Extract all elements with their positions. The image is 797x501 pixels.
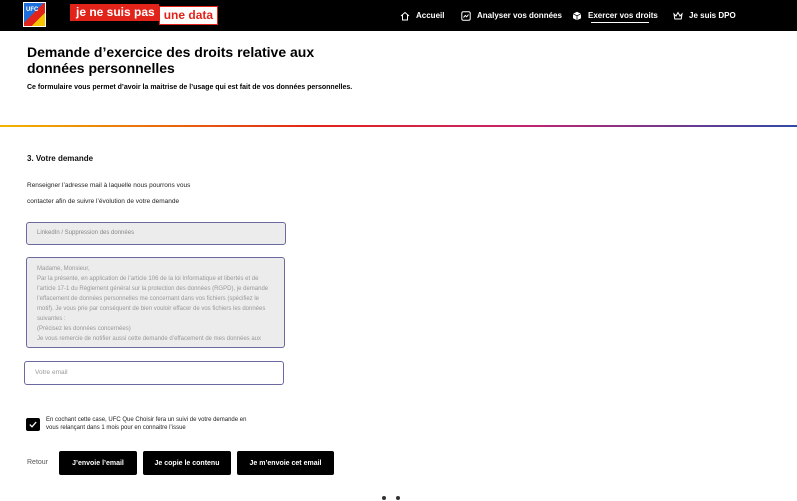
message-line: Je vous remercie de notifier aussi cette… — [37, 336, 262, 342]
brand-part2: une data — [158, 6, 219, 25]
nav-item-accueil[interactable]: Accueil — [400, 0, 444, 31]
message-line: (Précisez les données concernées) — [37, 326, 131, 332]
message-line: Par la présente, en application de l’art… — [37, 276, 259, 282]
home-icon — [400, 11, 410, 20]
active-nav-underline — [591, 22, 649, 23]
brand-banner[interactable]: je ne suis pas une data — [70, 4, 219, 25]
follow-up-checkbox[interactable] — [26, 418, 40, 431]
nav-item-label: Je suis DPO — [689, 11, 736, 20]
nav-item-exercer[interactable]: Exercer vos droits — [572, 0, 658, 31]
page-subtitle: Ce formulaire vous permet d’avoir la mai… — [27, 84, 353, 91]
message-line: Madame, Monsieur, — [37, 266, 90, 272]
email-field[interactable]: Votre email — [24, 361, 284, 385]
crown-icon — [673, 10, 683, 19]
section-title: 3. Votre demande — [27, 154, 94, 163]
message-line: l’effacement de données personnelles me … — [37, 296, 260, 302]
top-navigation-bar: UFC je ne suis pas une data Accueil Anal… — [0, 0, 797, 31]
cube-icon — [572, 11, 582, 20]
gradient-divider — [0, 125, 797, 127]
ufc-logo[interactable]: UFC — [23, 2, 46, 27]
message-textarea[interactable]: Madame, Monsieur, Par la présente, en ap… — [26, 257, 285, 348]
nav-item-label: Accueil — [416, 11, 445, 20]
brand-part1: je ne suis pas — [70, 4, 159, 21]
nav-item-dpo[interactable]: Je suis DPO — [673, 0, 736, 31]
scroll-indicator — [382, 496, 402, 501]
checkmark-icon — [29, 421, 37, 428]
logo-text: UFC — [26, 7, 39, 13]
nav-item-label: Analyser vos données — [477, 11, 562, 20]
description-line-1: Renseigner l’adresse mail à laquelle nou… — [27, 182, 191, 189]
chart-icon — [461, 10, 471, 21]
page-title: Demande d’exercice des droits relative a… — [27, 44, 315, 76]
send-email-button[interactable]: J’envoie l’email — [59, 451, 137, 475]
subject-field[interactable]: LinkedIn / Suppression des données — [26, 222, 286, 245]
send-to-me-button[interactable]: Je m’envoie cet email — [237, 451, 334, 475]
description-line-2: contacter afin de suivre l’évolution de … — [27, 198, 180, 205]
message-line: suivantes : — [37, 316, 66, 322]
nav-item-analyser[interactable]: Analyser vos données — [461, 0, 562, 31]
back-link[interactable]: Retour — [27, 459, 48, 466]
message-line: l’article 17-1 du Règlement général sur … — [37, 286, 269, 292]
message-line: motif). Je vous prie par conséquent de b… — [37, 306, 266, 312]
nav-item-label: Exercer vos droits — [588, 11, 658, 20]
consent-text: En cochant cette case, UFC Que Choisir f… — [46, 417, 247, 431]
copy-content-button[interactable]: Je copie le contenu — [143, 451, 231, 475]
